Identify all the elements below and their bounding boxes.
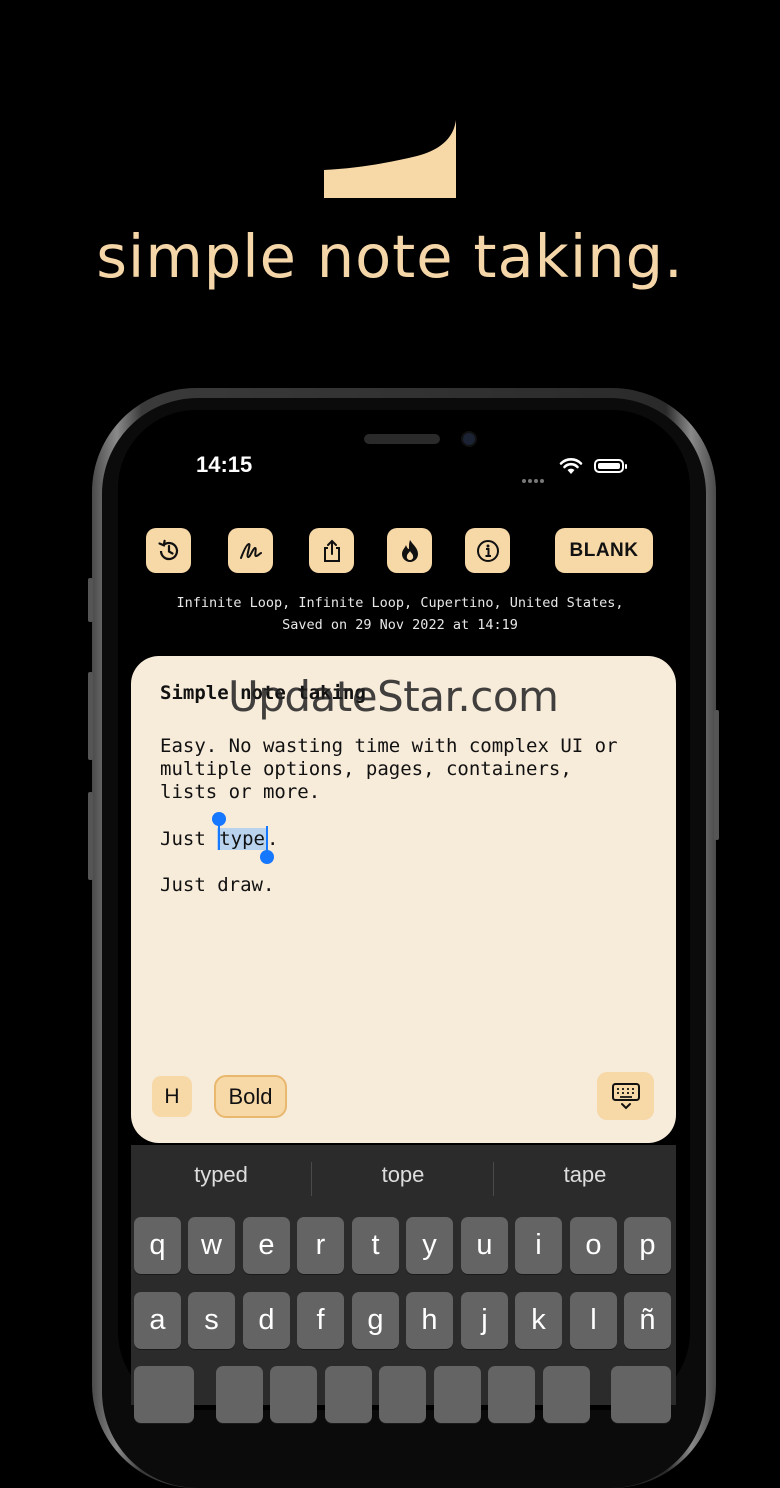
selection-end-handle[interactable] [260, 850, 274, 864]
location-address: Infinite Loop, Infinite Loop, Cupertino,… [176, 595, 624, 611]
history-button[interactable] [146, 528, 191, 573]
key-u[interactable]: u [461, 1217, 508, 1274]
cellular-signal-icon [522, 470, 546, 488]
bold-button[interactable]: Bold [214, 1075, 287, 1118]
key-h[interactable]: h [406, 1292, 453, 1349]
key-d[interactable]: d [243, 1292, 290, 1349]
info-button[interactable] [465, 528, 510, 573]
key-v[interactable] [379, 1366, 426, 1423]
draw-icon [239, 542, 262, 559]
selection-start-handle[interactable] [212, 812, 226, 826]
phone-camera [461, 431, 477, 447]
status-time: 14:15 [196, 452, 253, 477]
note-line: Easy. No wasting time with complex UI or [160, 735, 618, 757]
tagline: simple note taking. [96, 222, 684, 291]
heading-button[interactable]: H [152, 1076, 192, 1117]
key-backspace[interactable] [611, 1366, 671, 1423]
key-i[interactable]: i [515, 1217, 562, 1274]
note-text: . [266, 828, 279, 850]
note-text: Just [160, 828, 218, 850]
key-e[interactable]: e [243, 1217, 290, 1274]
key-j[interactable]: j [461, 1292, 508, 1349]
key-z[interactable] [216, 1366, 263, 1423]
info-icon [476, 539, 499, 562]
history-icon [157, 539, 178, 560]
wifi-icon [559, 458, 583, 474]
key-n[interactable] [488, 1366, 535, 1423]
key-s[interactable]: s [188, 1292, 235, 1349]
phone-mute-switch [88, 578, 93, 622]
selection-start-line [218, 824, 220, 850]
draw-button[interactable] [228, 528, 273, 573]
note-location: Infinite Loop, Infinite Loop, Cupertino,… [130, 592, 670, 636]
phone-volume-up [88, 672, 93, 760]
key-c[interactable] [325, 1366, 372, 1423]
suggestion-1[interactable]: typed [141, 1162, 301, 1188]
key-y[interactable]: y [406, 1217, 453, 1274]
key-f[interactable]: f [297, 1292, 344, 1349]
key-l[interactable]: l [570, 1292, 617, 1349]
key-b[interactable] [434, 1366, 481, 1423]
keyboard-dismiss-icon [611, 1083, 640, 1110]
share-icon [323, 539, 340, 562]
note-paragraph[interactable]: Just draw. [160, 874, 274, 897]
key-w[interactable]: w [188, 1217, 235, 1274]
phone-speaker [364, 434, 440, 444]
battery-icon [594, 459, 627, 473]
key-q[interactable]: q [134, 1217, 181, 1274]
blank-button[interactable]: BLANK [555, 528, 653, 573]
key-m[interactable] [543, 1366, 590, 1423]
key-shift[interactable] [134, 1366, 194, 1423]
key-g[interactable]: g [352, 1292, 399, 1349]
watermark: UpdateStar.com [228, 672, 559, 721]
key-k[interactable]: k [515, 1292, 562, 1349]
key-x[interactable] [270, 1366, 317, 1423]
saved-timestamp: Saved on 29 Nov 2022 at 14:19 [282, 617, 518, 633]
dismiss-keyboard-button[interactable] [597, 1072, 654, 1120]
key-o[interactable]: o [570, 1217, 617, 1274]
note-line: lists or more. [160, 781, 321, 803]
suggestion-2[interactable]: tope [323, 1162, 483, 1188]
key-r[interactable]: r [297, 1217, 344, 1274]
flame-button[interactable] [387, 528, 432, 573]
note-paragraph[interactable]: Easy. No wasting time with complex UI or… [160, 735, 618, 804]
key-n-tilde[interactable]: ñ [624, 1292, 671, 1349]
key-a[interactable]: a [134, 1292, 181, 1349]
suggestion-divider [311, 1162, 312, 1196]
share-button[interactable] [309, 528, 354, 573]
phone-power-button [714, 710, 719, 840]
note-editor[interactable] [131, 656, 676, 1143]
key-p[interactable]: p [624, 1217, 671, 1274]
flame-icon [401, 539, 418, 562]
phone-volume-down [88, 792, 93, 880]
key-t[interactable]: t [352, 1217, 399, 1274]
note-line: multiple options, pages, containers, [160, 758, 572, 780]
selected-text[interactable]: type [217, 828, 267, 850]
suggestion-3[interactable]: tape [505, 1162, 665, 1188]
app-logo [324, 120, 456, 198]
suggestion-divider [493, 1162, 494, 1196]
selection-end-line [266, 826, 268, 852]
